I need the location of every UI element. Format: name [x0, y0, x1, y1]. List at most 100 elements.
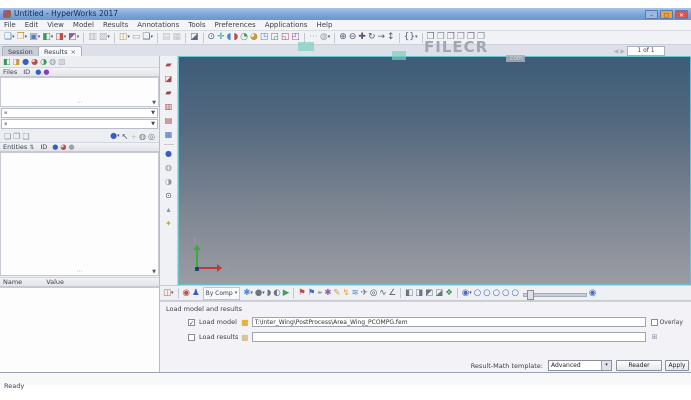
swap-windows-icon[interactable]: ▭	[131, 31, 142, 44]
entity-pointer-icon[interactable]: ↖	[121, 130, 130, 143]
transparent-mode-icon[interactable]: ❖	[444, 287, 454, 300]
rotate-cw-icon[interactable]: ◗	[232, 31, 239, 44]
wireframe-mode-icon[interactable]: ◨	[414, 287, 424, 300]
template-select[interactable]: Advanced ▾	[548, 360, 612, 371]
rotate-view-icon[interactable]: ↻	[367, 31, 377, 44]
legend-wheel-icon[interactable]: ◉	[182, 287, 191, 300]
expand-window-icon[interactable]: ❑▾	[141, 31, 154, 44]
entity-add-icon[interactable]: +	[129, 130, 138, 143]
visibility-options-dropdown-arrow[interactable]: ▾	[328, 34, 331, 40]
minimize-button[interactable]: –	[645, 9, 658, 19]
exploded-view-icon[interactable]: ◪	[165, 72, 173, 86]
open-results-dropdown-arrow[interactable]: ▾	[64, 34, 67, 40]
load-results-checkbox[interactable]	[188, 333, 195, 341]
copy-image-icon[interactable]: ▥	[87, 31, 98, 44]
menu-model[interactable]: Model	[73, 21, 94, 29]
close-button[interactable]: ✕	[675, 9, 688, 19]
load-model-reader-icon[interactable]: ◫▾	[162, 287, 175, 300]
mask-sphere-icon[interactable]: ◍	[165, 161, 172, 175]
load-results-folder-icon[interactable]: ■	[241, 333, 249, 342]
simulation-combo[interactable]: ▪ ▼	[1, 119, 158, 129]
anim-next-icon[interactable]: ○	[501, 287, 510, 300]
session-browser-icon[interactable]: ◪	[189, 31, 200, 44]
trace-path-icon[interactable]: ∿	[378, 287, 387, 300]
menu-file[interactable]: File	[4, 21, 16, 29]
media-export-dropdown-arrow[interactable]: ▾	[107, 34, 110, 40]
bycomp-dropdown[interactable]: By Comp ▾	[202, 286, 241, 300]
results-path-input[interactable]	[251, 332, 646, 342]
query-tool-icon[interactable]: ⊙	[165, 189, 172, 203]
entities-sort-icon[interactable]: ⇅	[29, 144, 34, 151]
tensor-plot-icon[interactable]: ✱	[323, 287, 332, 300]
visual-options-dropdown-arrow[interactable]: ▾	[250, 290, 253, 296]
open-session-dropdown-arrow[interactable]: ▾	[25, 34, 28, 40]
edges-mode-icon[interactable]: ◩	[424, 287, 434, 300]
flash-bolt-icon[interactable]: ↯	[342, 287, 351, 300]
menu-annotations[interactable]: Annotations	[137, 21, 179, 29]
page-layout-icon[interactable]: ◫▾	[118, 31, 131, 44]
plot-view-icon[interactable]: ▦	[172, 31, 183, 44]
model-path-input[interactable]	[251, 317, 646, 327]
menu-tools[interactable]: Tools	[188, 21, 205, 29]
entity-paste-icon[interactable]: ❑	[21, 130, 30, 143]
features-mode-icon[interactable]: ◪	[434, 287, 444, 300]
load-case-combo-arrow[interactable]: ▼	[151, 110, 157, 116]
open-model-icon[interactable]: ◧▾	[41, 31, 54, 44]
animation-slider[interactable]	[522, 289, 587, 300]
tree-collapse-arrow[interactable]: ▼	[152, 269, 156, 275]
open-results-icon[interactable]: ◨▾	[54, 31, 67, 44]
results-options-icon[interactable]: ⊞	[652, 333, 658, 341]
entity-color-sphere-dropdown-arrow[interactable]: ▾	[117, 133, 120, 139]
probe-target-icon[interactable]: ◎	[369, 287, 378, 300]
save-report-dropdown-arrow[interactable]: ▾	[77, 34, 80, 40]
xy-coords-dropdown-arrow[interactable]: ▾	[415, 34, 418, 40]
section-cut-icon[interactable]: ▰	[165, 58, 171, 72]
translate-view-icon[interactable]: →	[376, 31, 386, 44]
text-view-icon[interactable]: ▤	[161, 31, 172, 44]
new-session-icon[interactable]: ❏▾	[3, 31, 16, 44]
tab-close-icon[interactable]: ×	[70, 48, 75, 56]
tracking-system-icon[interactable]: ▰	[165, 86, 171, 100]
anim-play-icon[interactable]: ○	[492, 287, 501, 300]
note-pin-icon[interactable]: ⌖	[316, 287, 323, 300]
load-model-checkbox[interactable]: ✓	[188, 318, 195, 327]
visibility-options-icon[interactable]: ◍▾	[319, 31, 331, 44]
open-session-icon[interactable]: ❐▾	[16, 31, 29, 44]
menu-preferences[interactable]: Preferences	[215, 21, 256, 29]
properties-area[interactable]	[0, 287, 159, 372]
light-tool-icon[interactable]: ✦	[165, 217, 172, 231]
section-sphere-dropdown-arrow[interactable]: ▾	[262, 290, 265, 296]
spin-tool-icon[interactable]: ◕	[249, 31, 259, 44]
files-collapse-arrow[interactable]: ▼	[152, 100, 156, 106]
view-cube-icon[interactable]: ◳	[259, 31, 270, 44]
anim-settings-icon[interactable]: ◉	[588, 287, 597, 300]
unmask-tool-icon[interactable]: ◱	[280, 31, 291, 44]
entity-collapse-icon[interactable]: ❏	[3, 130, 12, 143]
xy-coords-icon[interactable]: {}▾	[403, 31, 419, 44]
fit-all-icon[interactable]: ✚	[357, 31, 367, 44]
edit-pencil-icon[interactable]: ✎	[332, 287, 341, 300]
section-sphere-icon[interactable]: ●▾	[254, 287, 266, 300]
menu-view[interactable]: View	[47, 21, 64, 29]
entity-show-icon[interactable]: ◍	[138, 130, 147, 143]
measure-angle-icon[interactable]: ∠	[387, 287, 397, 300]
page-layout-dropdown-arrow[interactable]: ▾	[127, 34, 130, 40]
clipping-sphere-icon[interactable]: ◐	[272, 287, 281, 300]
apply-button[interactable]: Apply	[665, 360, 689, 371]
anim-prev-icon[interactable]: ○	[482, 287, 491, 300]
animation-slider-thumb[interactable]	[526, 289, 534, 300]
notes-tool-icon[interactable]: ▤	[165, 114, 173, 128]
mask-tool-icon[interactable]: ◲	[269, 31, 280, 44]
anim-first-icon[interactable]: ○	[473, 287, 482, 300]
files-resize-handle[interactable]: ⋯	[77, 99, 83, 106]
entity-attributes-icon[interactable]: ♟	[191, 287, 201, 300]
aero-plane-icon[interactable]: ✈	[360, 287, 369, 300]
measures-tool-icon[interactable]: ▥	[165, 100, 173, 114]
simulation-combo-arrow[interactable]: ▼	[151, 121, 157, 127]
expand-window-dropdown-arrow[interactable]: ▾	[150, 34, 153, 40]
save-report-icon[interactable]: ◩▾	[67, 31, 80, 44]
rotate-ccw-icon[interactable]: ◖	[226, 31, 233, 44]
pan-tool-icon[interactable]: ◔	[239, 31, 249, 44]
tracking-arrow-icon[interactable]: ▶	[282, 287, 291, 300]
animation-mode-icon[interactable]: ◉▾	[461, 287, 473, 300]
